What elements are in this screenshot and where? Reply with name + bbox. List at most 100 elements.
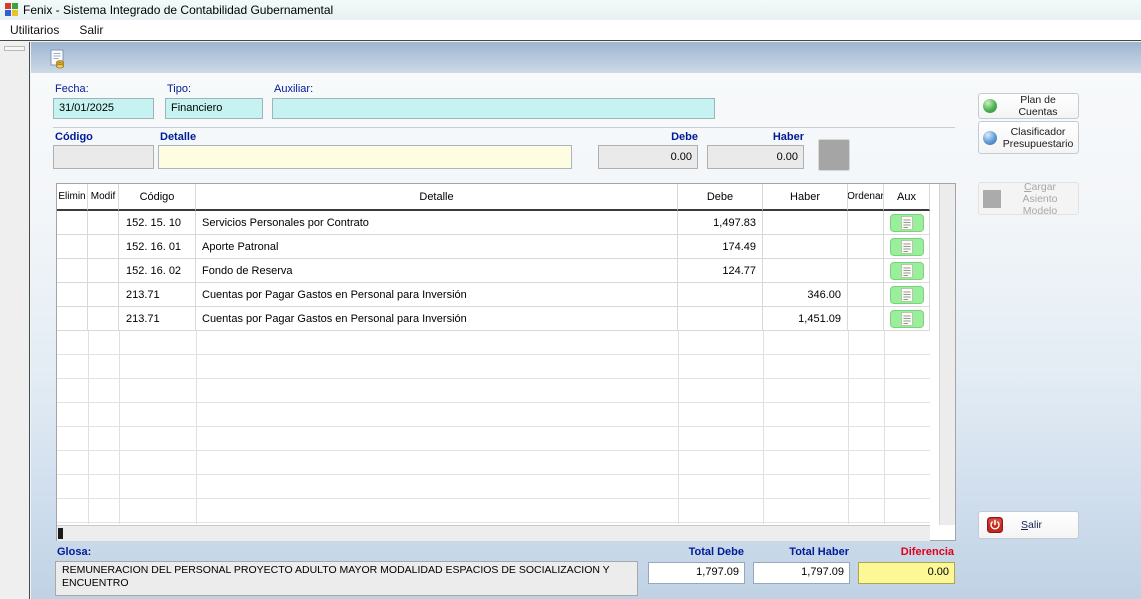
cell-debe xyxy=(678,283,763,307)
cell-detalle: Fondo de Reserva xyxy=(196,259,678,283)
cell-detalle: Cuentas por Pagar Gastos en Personal par… xyxy=(196,283,678,307)
debe-input[interactable]: 0.00 xyxy=(598,145,698,169)
cell-debe: 174.49 xyxy=(678,235,763,259)
cell-ordenar xyxy=(848,283,884,307)
auxiliar-input[interactable] xyxy=(272,98,715,119)
aux-button[interactable] xyxy=(890,310,924,328)
table-row[interactable]: 152. 16. 01 Aporte Patronal 174.49 xyxy=(57,235,930,259)
cargar-asiento-modelo-button[interactable]: Cargar Asiento Modelo xyxy=(978,182,1079,215)
cell-debe: 124.77 xyxy=(678,259,763,283)
fenix-window: Fenix - Sistema Integrado de Contabilida… xyxy=(0,0,1141,599)
diferencia-field: 0.00 xyxy=(858,562,955,584)
cell-modif[interactable] xyxy=(88,235,119,259)
glosa-label: Glosa: xyxy=(57,546,91,558)
notepad-icon xyxy=(901,240,913,254)
salir-button[interactable]: Salir xyxy=(978,511,1079,539)
cell-modif[interactable] xyxy=(88,211,119,235)
total-debe-label: Total Debe xyxy=(648,546,744,558)
grid-table: Elimin Modif Código Detalle Debe Haber O… xyxy=(57,184,930,331)
cell-elimin[interactable] xyxy=(57,307,88,331)
cell-ordenar xyxy=(848,211,884,235)
menu-salir[interactable]: Salir xyxy=(69,21,113,39)
cell-modif[interactable] xyxy=(88,283,119,307)
cell-haber: 1,451.09 xyxy=(763,307,848,331)
glosa-textarea[interactable]: REMUNERACION DEL PERSONAL PROYECTO ADULT… xyxy=(55,561,638,596)
add-entry-button-disabled[interactable] xyxy=(818,139,850,171)
fecha-label: Fecha: xyxy=(55,83,89,95)
header-elimin: Elimin xyxy=(57,184,88,211)
grid-empty-rows xyxy=(57,331,930,524)
app-icon xyxy=(4,3,18,17)
total-debe-field: 1,797.09 xyxy=(648,562,745,584)
cell-elimin[interactable] xyxy=(57,235,88,259)
cell-detalle: Servicios Personales por Contrato xyxy=(196,211,678,235)
aux-button[interactable] xyxy=(890,286,924,304)
notepad-icon xyxy=(901,264,913,278)
menu-utilitarios[interactable]: Utilitarios xyxy=(0,21,69,39)
notepad-icon xyxy=(901,288,913,302)
menu-bar: Utilitarios Salir xyxy=(0,20,1141,41)
panel-grip[interactable] xyxy=(4,46,25,51)
total-haber-label: Total Haber xyxy=(753,546,849,558)
table-row[interactable]: 152. 16. 02 Fondo de Reserva 124.77 xyxy=(57,259,930,283)
cell-elimin[interactable] xyxy=(57,211,88,235)
cell-haber xyxy=(763,211,848,235)
haber-label: Haber xyxy=(707,131,804,143)
vertical-scrollbar[interactable] xyxy=(939,184,955,525)
detalle-input[interactable] xyxy=(158,145,572,169)
new-entry-button[interactable] xyxy=(46,47,70,70)
header-codigo: Código xyxy=(119,184,196,211)
header-ordenar: Ordenar xyxy=(848,184,884,211)
cargar-asiento-label: Cargar Asiento Modelo xyxy=(1006,181,1074,217)
salir-label: Salir xyxy=(1021,519,1042,531)
clasificador-label: Clasificador Presupuestario xyxy=(1002,126,1074,150)
grid-header-row: Elimin Modif Código Detalle Debe Haber O… xyxy=(57,184,930,211)
power-icon xyxy=(987,517,1003,533)
cell-haber: 346.00 xyxy=(763,283,848,307)
document-coins-icon xyxy=(48,49,68,69)
cell-elimin[interactable] xyxy=(57,283,88,307)
table-row[interactable]: 152. 15. 10 Servicios Personales por Con… xyxy=(57,211,930,235)
entries-grid: Elimin Modif Código Detalle Debe Haber O… xyxy=(56,183,956,541)
plan-de-cuentas-button[interactable]: Plan de Cuentas xyxy=(978,93,1079,119)
toolbar xyxy=(31,42,1141,73)
horizontal-scrollbar[interactable] xyxy=(57,525,930,541)
aux-button[interactable] xyxy=(890,238,924,256)
aux-button[interactable] xyxy=(890,262,924,280)
cell-debe: 1,497.83 xyxy=(678,211,763,235)
green-sphere-icon xyxy=(983,99,997,113)
tipo-label: Tipo: xyxy=(167,83,191,95)
notepad-icon xyxy=(901,216,913,230)
title-bar: Fenix - Sistema Integrado de Contabilida… xyxy=(0,0,1141,20)
haber-input[interactable]: 0.00 xyxy=(707,145,804,169)
cell-modif[interactable] xyxy=(88,259,119,283)
notepad-icon xyxy=(901,312,913,326)
cell-haber xyxy=(763,259,848,283)
cell-codigo: 152. 16. 01 xyxy=(119,235,196,259)
tipo-input[interactable]: Financiero xyxy=(165,98,263,119)
header-debe: Debe xyxy=(678,184,763,211)
scrollbar-thumb[interactable] xyxy=(58,528,63,539)
cell-codigo: 152. 15. 10 xyxy=(119,211,196,235)
cell-ordenar xyxy=(848,259,884,283)
table-row[interactable]: 213.71 Cuentas por Pagar Gastos en Perso… xyxy=(57,283,930,307)
header-aux: Aux xyxy=(884,184,930,211)
table-row[interactable]: 213.71 Cuentas por Pagar Gastos en Perso… xyxy=(57,307,930,331)
aux-button[interactable] xyxy=(890,214,924,232)
fecha-input[interactable]: 31/01/2025 xyxy=(53,98,154,119)
header-haber: Haber xyxy=(763,184,848,211)
cell-codigo: 213.71 xyxy=(119,283,196,307)
header-modif: Modif xyxy=(88,184,119,211)
cell-debe xyxy=(678,307,763,331)
detalle-label: Detalle xyxy=(160,131,196,143)
separator-line xyxy=(53,127,955,128)
cell-codigo: 152. 16. 02 xyxy=(119,259,196,283)
plan-de-cuentas-label: Plan de Cuentas xyxy=(1002,94,1074,118)
header-detalle: Detalle xyxy=(196,184,678,211)
blue-sphere-icon xyxy=(983,131,997,145)
cell-ordenar xyxy=(848,235,884,259)
codigo-input[interactable] xyxy=(53,145,154,169)
clasificador-presupuestario-button[interactable]: Clasificador Presupuestario xyxy=(978,121,1079,154)
cell-elimin[interactable] xyxy=(57,259,88,283)
cell-modif[interactable] xyxy=(88,307,119,331)
